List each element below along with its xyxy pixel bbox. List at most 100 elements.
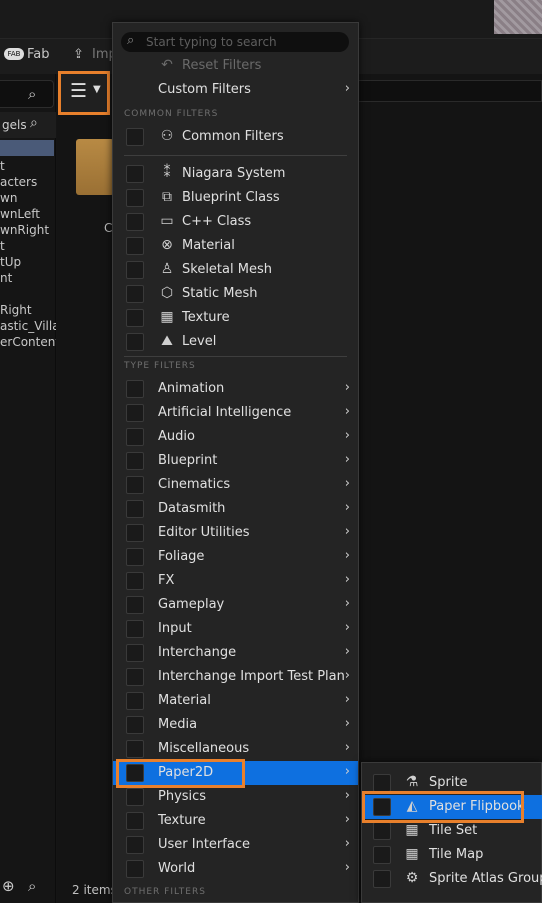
filter-item-niagara-system[interactable]: ⁑ Niagara System [113, 162, 358, 186]
selected-folder-row[interactable] [0, 140, 54, 156]
filter-checkbox[interactable] [126, 189, 144, 207]
type-filter-foliage[interactable]: Foliage › [113, 545, 358, 569]
filter-item-material[interactable]: ⊗ Material [113, 234, 358, 258]
type-filter-interchange-import-test-plan[interactable]: Interchange Import Test Plan › [113, 665, 358, 689]
search-icon[interactable]: ⌕ [28, 877, 36, 895]
type-filter-blueprint[interactable]: Blueprint › [113, 449, 358, 473]
type-filter-fx[interactable]: FX › [113, 569, 358, 593]
undo-icon: ↶ [161, 57, 173, 73]
folder-tree-item[interactable]: tUp [0, 255, 56, 269]
custom-filters-label: Custom Filters [158, 82, 251, 97]
type-filter-artificial-intelligence[interactable]: Artificial Intelligence › [113, 401, 358, 425]
filter-checkbox[interactable] [373, 822, 391, 840]
asset-search-field[interactable] [355, 80, 542, 102]
type-filters-section-label: TYPE FILTERS [124, 361, 196, 371]
import-icon[interactable]: ⇪ [73, 47, 84, 62]
common-filters-item[interactable]: ⚇ Common Filters [113, 125, 358, 149]
filter-item-level[interactable]: ⛰ Level [113, 330, 358, 354]
type-filter-texture[interactable]: Texture › [113, 809, 358, 833]
filter-checkbox[interactable] [126, 716, 144, 734]
filter-checkbox[interactable] [126, 476, 144, 494]
paper2d-item-sprite-atlas-group[interactable]: ⚙ Sprite Atlas Group [362, 867, 542, 891]
chevron-right-icon: › [344, 740, 350, 755]
filter-item-static-mesh[interactable]: ⬡ Static Mesh [113, 282, 358, 306]
filter-checkbox[interactable] [126, 596, 144, 614]
type-filter-label: World [158, 861, 196, 876]
type-filter-media[interactable]: Media › [113, 713, 358, 737]
filter-checkbox[interactable] [373, 774, 391, 792]
type-filter-input[interactable]: Input › [113, 617, 358, 641]
filter-checkbox[interactable] [126, 428, 144, 446]
chevron-right-icon: › [344, 860, 350, 875]
search-icon[interactable]: ⌕ [28, 85, 36, 103]
folder-tree-item[interactable]: astic_Villa [0, 319, 56, 333]
filter-checkbox[interactable] [126, 309, 144, 327]
filter-checkbox[interactable] [126, 165, 144, 183]
reset-filters-label: Reset Filters [182, 58, 262, 73]
type-filter-label: FX [158, 573, 175, 588]
paper2d-item-tile-map[interactable]: ▦ Tile Map [362, 843, 542, 867]
type-filter-material[interactable]: Material › [113, 689, 358, 713]
type-filter-interchange[interactable]: Interchange › [113, 641, 358, 665]
filter-checkbox[interactable] [126, 548, 144, 566]
type-filter-datasmith[interactable]: Datasmith › [113, 497, 358, 521]
folder-tree-item[interactable]: nt [0, 271, 56, 285]
type-filter-miscellaneous[interactable]: Miscellaneous › [113, 737, 358, 761]
filter-item-skeletal-mesh[interactable]: ♙ Skeletal Mesh [113, 258, 358, 282]
filter-checkbox[interactable] [126, 380, 144, 398]
filter-item-blueprint-class[interactable]: ⧉ Blueprint Class [113, 186, 358, 210]
filter-checkbox[interactable] [126, 836, 144, 854]
type-filter-physics[interactable]: Physics › [113, 785, 358, 809]
filter-checkbox[interactable] [126, 644, 144, 662]
type-filter-audio[interactable]: Audio › [113, 425, 358, 449]
filter-checkbox[interactable] [126, 740, 144, 758]
filter-checkbox[interactable] [126, 812, 144, 830]
filter-checkbox[interactable] [373, 846, 391, 864]
folder-tree-item[interactable]: t [0, 239, 56, 253]
material-icon: ⊗ [161, 237, 173, 253]
folder-thumbnail[interactable] [76, 139, 114, 195]
search-icon[interactable]: ⌕ [30, 115, 38, 131]
sources-search-field[interactable] [0, 80, 54, 108]
add-icon[interactable]: ⊕ [2, 877, 15, 895]
filter-checkbox[interactable] [126, 404, 144, 422]
common-filters-checkbox[interactable] [126, 128, 144, 146]
folder-tree-item[interactable]: acters [0, 175, 56, 189]
folder-tree-item[interactable]: wnRight [0, 223, 56, 237]
folder-tree-item[interactable]: erContent [0, 335, 56, 349]
folder-tree-item[interactable]: wnLeft [0, 207, 56, 221]
filter-checkbox[interactable] [126, 860, 144, 878]
fab-button-label[interactable]: Fab [27, 47, 50, 62]
filter-checkbox[interactable] [126, 572, 144, 590]
folder-tree-item[interactable]: wn [0, 191, 56, 205]
custom-filters-item[interactable]: Custom Filters › [113, 78, 358, 102]
folder-tree-item[interactable]: Right [0, 303, 56, 317]
type-filter-gameplay[interactable]: Gameplay › [113, 593, 358, 617]
filter-checkbox[interactable] [126, 500, 144, 518]
filter-checkbox[interactable] [126, 285, 144, 303]
filter-checkbox[interactable] [126, 620, 144, 638]
filter-checkbox[interactable] [126, 237, 144, 255]
filter-checkbox[interactable] [126, 668, 144, 686]
filter-checkbox[interactable] [126, 692, 144, 710]
filter-checkbox[interactable] [126, 788, 144, 806]
filter-checkbox[interactable] [126, 333, 144, 351]
type-filter-animation[interactable]: Animation › [113, 377, 358, 401]
filter-checkbox[interactable] [373, 870, 391, 888]
filter-checkbox[interactable] [126, 524, 144, 542]
type-filter-editor-utilities[interactable]: Editor Utilities › [113, 521, 358, 545]
filter-checkbox[interactable] [126, 213, 144, 231]
filter-search-input[interactable] [146, 34, 342, 50]
paper2d-item-label: Tile Set [429, 823, 478, 838]
chevron-right-icon: › [344, 764, 350, 779]
folder-tree-item[interactable]: t [0, 159, 56, 173]
filter-checkbox[interactable] [126, 452, 144, 470]
type-filter-cinematics[interactable]: Cinematics › [113, 473, 358, 497]
type-filter-user-interface[interactable]: User Interface › [113, 833, 358, 857]
chevron-right-icon: › [344, 788, 350, 803]
filter-checkbox[interactable] [126, 261, 144, 279]
filter-item-c-class[interactable]: ▭ C++ Class [113, 210, 358, 234]
type-filter-world[interactable]: World › [113, 857, 358, 881]
fab-icon[interactable]: FAB [4, 48, 24, 60]
filter-item-texture[interactable]: ▦ Texture [113, 306, 358, 330]
